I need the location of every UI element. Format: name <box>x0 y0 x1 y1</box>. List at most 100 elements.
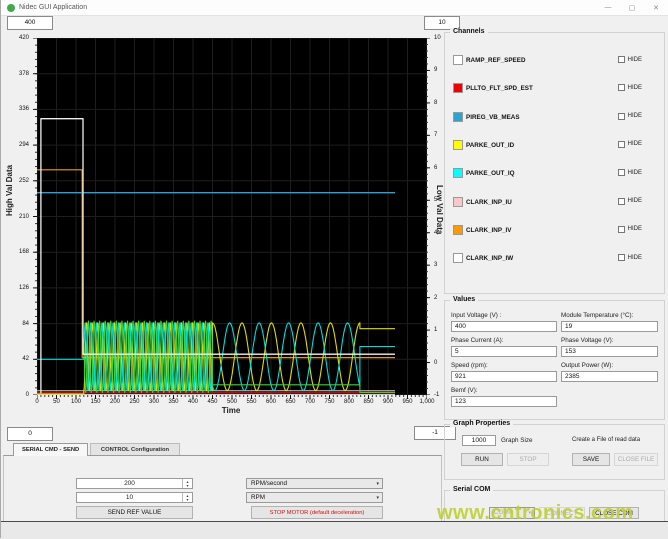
channel-color-swatch <box>453 253 463 264</box>
maximize-button[interactable]: ▢ <box>620 0 644 15</box>
x-tick-label: 500 <box>226 399 237 405</box>
channel-row: PIREG_VB_MEAS HIDE <box>453 111 656 124</box>
stepper-arrows-icon[interactable]: ▲ ▼ <box>182 493 192 502</box>
channel-row: CLARK_INP_IU HIDE <box>453 196 656 209</box>
high-axis-max-input[interactable]: 400 <box>7 16 53 30</box>
x-tick-label: 650 <box>285 399 296 405</box>
x-tick-label: 550 <box>246 399 257 405</box>
y-left-tick-label: 378 <box>18 70 29 77</box>
series-RAMP_REF_SPEED <box>40 118 395 394</box>
x-tick-label: 850 <box>363 399 374 405</box>
close-file-button[interactable]: CLOSE FILE <box>614 453 658 466</box>
x-tick-label: 50 <box>53 399 60 405</box>
hide-checkbox-group: HIDE <box>617 254 642 262</box>
value-field-label: Output Power (W): <box>561 362 614 369</box>
x-tick-label: 900 <box>382 399 393 405</box>
x-tick-label: 100 <box>70 399 81 405</box>
value-field-input[interactable]: 2385 <box>561 371 658 382</box>
high-axis-min-input[interactable]: 0 <box>7 427 53 441</box>
channel-row: RAMP_REF_SPEED HIDE <box>453 55 656 67</box>
channel-color-swatch <box>453 139 463 150</box>
value-field-input[interactable]: 400 <box>451 321 557 332</box>
channel-name: RAMP_REF_SPEED <box>466 57 526 64</box>
x-tick-label: 750 <box>324 399 335 405</box>
x-tick-label: 400 <box>187 399 198 405</box>
hide-checkbox[interactable] <box>617 197 625 205</box>
x-tick-label: 700 <box>304 399 315 405</box>
x-tick-label: 0 <box>35 399 39 405</box>
stepper-arrows-icon[interactable]: ▲ ▼ <box>182 479 192 488</box>
hide-label: HIDE <box>627 254 642 261</box>
hide-label: HIDE <box>627 198 642 204</box>
window-title: Nidec GUI Application <box>19 4 88 11</box>
hide-checkbox[interactable] <box>617 84 625 92</box>
channel-row: PARKE_OUT_ID HIDE <box>453 139 656 152</box>
value-field-label: Speed (rpm): <box>451 362 488 369</box>
channel-name: CLARK_INP_IW <box>466 255 514 263</box>
channel-name: PARKE_OUT_IQ <box>466 170 515 178</box>
channel-color-swatch <box>453 168 463 179</box>
channel-name: PIREG_VB_MEAS <box>466 113 520 121</box>
value-field-label: Module Temperature (°C): <box>561 312 634 319</box>
unit-dropdown-1[interactable]: RPM/second ▾ <box>246 478 383 489</box>
channel-name: PLLTO_FLT_SPD_EST <box>466 85 533 93</box>
watermark: www.cntronics.com <box>437 502 634 524</box>
graph-properties-groupbox: Graph Properties 1000 Graph Size Create … <box>444 420 665 480</box>
values-title: Values <box>450 296 479 303</box>
stop-button[interactable]: STOP <box>507 453 549 466</box>
channel-color-swatch <box>453 55 463 65</box>
run-button[interactable]: RUN <box>461 453 503 466</box>
hide-checkbox-group: HIDE <box>617 56 642 63</box>
y-left-tick-label: 336 <box>18 106 29 113</box>
close-button[interactable]: ✕ <box>644 0 668 15</box>
channels-title: Channels <box>450 28 488 35</box>
unit-dropdown-1-value: RPM/second <box>251 480 288 487</box>
channel-name: CLARK_INP_IV <box>466 226 512 234</box>
channels-groupbox: Channels RAMP_REF_SPEED HIDE PLLTO_FLT_SPD… <box>444 28 665 294</box>
chevron-down-icon: ▾ <box>376 481 379 487</box>
channel-color-swatch <box>453 224 463 235</box>
unit-dropdown-2[interactable]: RPM ▾ <box>246 492 383 503</box>
channel-row: CLARK_INP_IV HIDE <box>453 224 656 237</box>
value-field-input[interactable]: 123 <box>451 396 557 407</box>
send-ref-value-button[interactable]: SEND REF VALUE <box>76 506 193 519</box>
x-tick-label: 950 <box>402 399 413 405</box>
graph-properties-title: Graph Properties <box>450 420 514 427</box>
hide-checkbox[interactable] <box>617 225 625 233</box>
stop-motor-button[interactable]: STOP MOTOR (default deceleration) <box>251 506 383 519</box>
hide-checkbox[interactable] <box>617 112 625 120</box>
x-tick-label: 300 <box>148 399 159 405</box>
minimize-button[interactable]: — <box>596 0 620 15</box>
value-field-input[interactable]: 153 <box>561 346 658 357</box>
values-groupbox: Values Input Voltage (V) : 400 Module Temp… <box>444 296 665 420</box>
step-value-stepper[interactable]: 10 ▲ ▼ <box>76 492 193 503</box>
value-field-input[interactable]: 19 <box>561 321 658 332</box>
hide-label: HIDE <box>627 226 642 233</box>
save-button[interactable]: SAVE <box>572 453 610 466</box>
serial-com-title: Serial COM <box>450 486 494 493</box>
channel-color-swatch <box>453 111 463 122</box>
hide-checkbox[interactable] <box>617 140 625 148</box>
hide-checkbox-group: HIDE <box>617 225 642 233</box>
y-left-tick-label: 126 <box>18 284 29 291</box>
x-tick-label: 200 <box>109 399 120 405</box>
channel-color-swatch <box>453 83 463 94</box>
right-y-axis-ruler <box>426 38 430 395</box>
hide-checkbox[interactable] <box>617 56 625 63</box>
x-tick-label: 150 <box>90 399 101 405</box>
value-field-input[interactable]: 5 <box>451 346 557 357</box>
tab-serial-cmd-send[interactable]: SERIAL CMD - SEND <box>13 443 89 456</box>
graph-size-input[interactable]: 1000 <box>462 435 496 446</box>
x-tick-label: 1,000 <box>419 399 435 405</box>
ref-value-stepper[interactable]: 200 ▲ ▼ <box>76 478 193 489</box>
channel-row: PARKE_OUT_IQ HIDE <box>453 168 656 180</box>
channel-name: CLARK_INP_IU <box>466 198 512 206</box>
hide-checkbox[interactable] <box>617 169 625 177</box>
hide-checkbox[interactable] <box>617 254 625 262</box>
x-tick-label: 600 <box>265 399 276 405</box>
hide-checkbox-group: HIDE <box>617 140 642 148</box>
value-field-label: Bemf (V): <box>451 387 478 394</box>
value-field-input[interactable]: 921 <box>451 371 557 382</box>
hide-label: HIDE <box>627 169 642 176</box>
hide-label: HIDE <box>627 84 642 91</box>
